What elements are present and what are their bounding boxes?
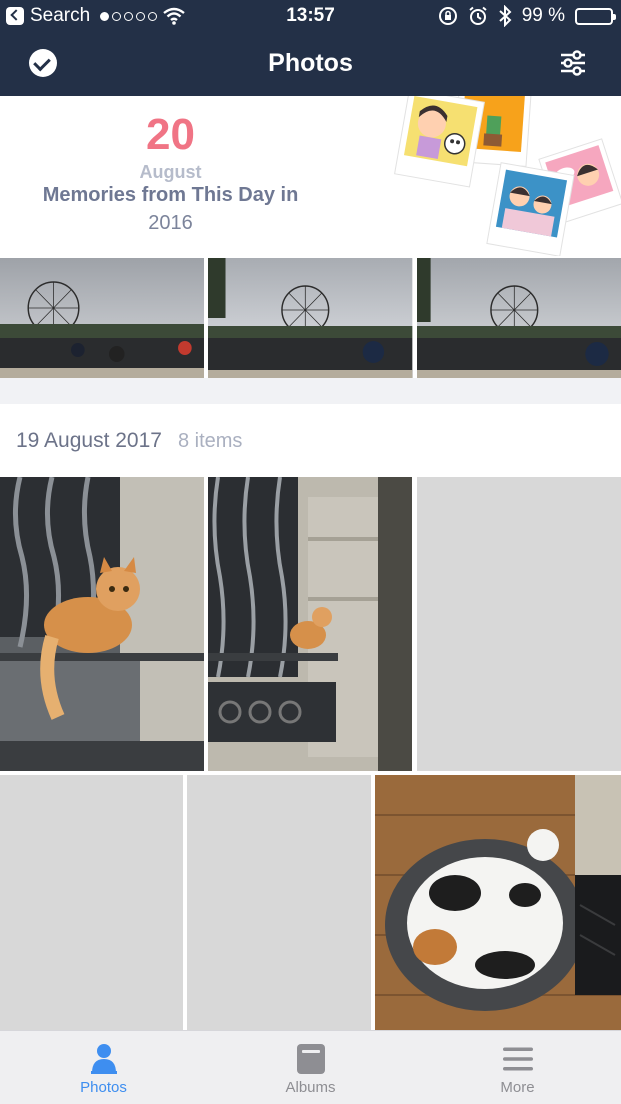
tab-photos[interactable]: Photos — [0, 1031, 207, 1104]
person-icon — [90, 1044, 117, 1074]
section-count: 8 items — [177, 430, 243, 452]
photo-thumbnail[interactable] — [0, 477, 204, 771]
section-separator — [0, 378, 621, 404]
section-date: 19 August 2017 — [16, 429, 162, 452]
photo-placeholder[interactable] — [417, 477, 621, 771]
memories-illustration — [394, 96, 621, 256]
tab-albums[interactable]: Albums — [207, 1031, 414, 1104]
page-title: Photos — [268, 49, 353, 77]
tab-bar: Photos Albums More — [0, 1030, 621, 1104]
photo-placeholder[interactable] — [0, 775, 183, 1030]
photo-thumbnail[interactable] — [208, 477, 412, 771]
battery-icon — [575, 7, 616, 25]
alarm-icon — [469, 6, 487, 25]
status-right: 99 % — [438, 4, 616, 28]
memory-photo[interactable] — [0, 258, 205, 378]
photo-thumbnail[interactable] — [375, 775, 621, 1030]
menu-icon — [502, 1047, 533, 1071]
tab-label: Albums — [285, 1079, 336, 1096]
memory-month: August — [139, 162, 202, 182]
bluetooth-icon — [499, 5, 512, 27]
tab-label: More — [500, 1079, 535, 1096]
tab-more[interactable]: More — [414, 1031, 621, 1104]
photo-placeholder[interactable] — [187, 775, 371, 1030]
memory-title: Memories from This Day in — [42, 184, 299, 206]
rotation-lock-icon — [438, 7, 457, 25]
tab-label: Photos — [80, 1079, 127, 1096]
status-bar: Search 13:57 99 % — [0, 0, 621, 32]
navigation-bar: Photos — [0, 32, 621, 96]
album-icon — [296, 1044, 325, 1074]
section-header: 19 August 2017 8 items — [16, 429, 242, 453]
memory-day: 20 — [146, 110, 195, 159]
battery-percent: 99 % — [521, 5, 565, 26]
memories-card[interactable]: 20 August Memories from This Day in 2016 — [0, 96, 621, 258]
memory-year: 2016 — [148, 212, 193, 234]
sliders-icon[interactable] — [560, 50, 586, 76]
memory-thumbnails — [0, 258, 621, 378]
memory-photo[interactable] — [208, 258, 413, 378]
memory-photo[interactable] — [416, 258, 621, 378]
